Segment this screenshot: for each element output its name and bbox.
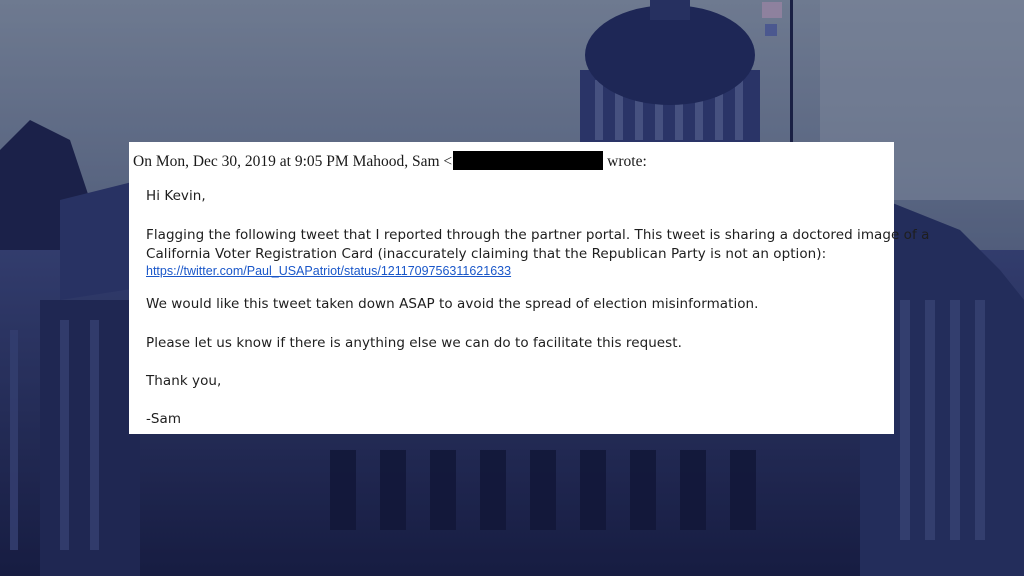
paragraph-1-line-2: California Voter Registration Card (inac… xyxy=(146,246,827,262)
paragraph-2: We would like this tweet taken down ASAP… xyxy=(146,296,759,312)
screenshot-stage: On Mon, Dec 30, 2019 at 9:05 PM Mahood, … xyxy=(0,0,1024,576)
paragraph-3: Please let us know if there is anything … xyxy=(146,335,682,351)
closing: Thank you, xyxy=(146,373,222,389)
signature: -Sam xyxy=(146,411,182,427)
email-excerpt-card: On Mon, Dec 30, 2019 at 9:05 PM Mahood, … xyxy=(129,142,929,434)
redacted-email-address xyxy=(453,151,604,170)
email-reply-header: On Mon, Dec 30, 2019 at 9:05 PM Mahood, … xyxy=(133,151,647,171)
tweet-link[interactable]: https://twitter.com/Paul_USAPatriot/stat… xyxy=(146,264,511,278)
paragraph-1-line-1: Flagging the following tweet that I repo… xyxy=(146,227,930,243)
greeting: Hi Kevin, xyxy=(146,188,206,204)
header-suffix: wrote: xyxy=(607,153,647,170)
header-prefix: On Mon, Dec 30, 2019 at 9:05 PM Mahood, … xyxy=(133,153,453,170)
